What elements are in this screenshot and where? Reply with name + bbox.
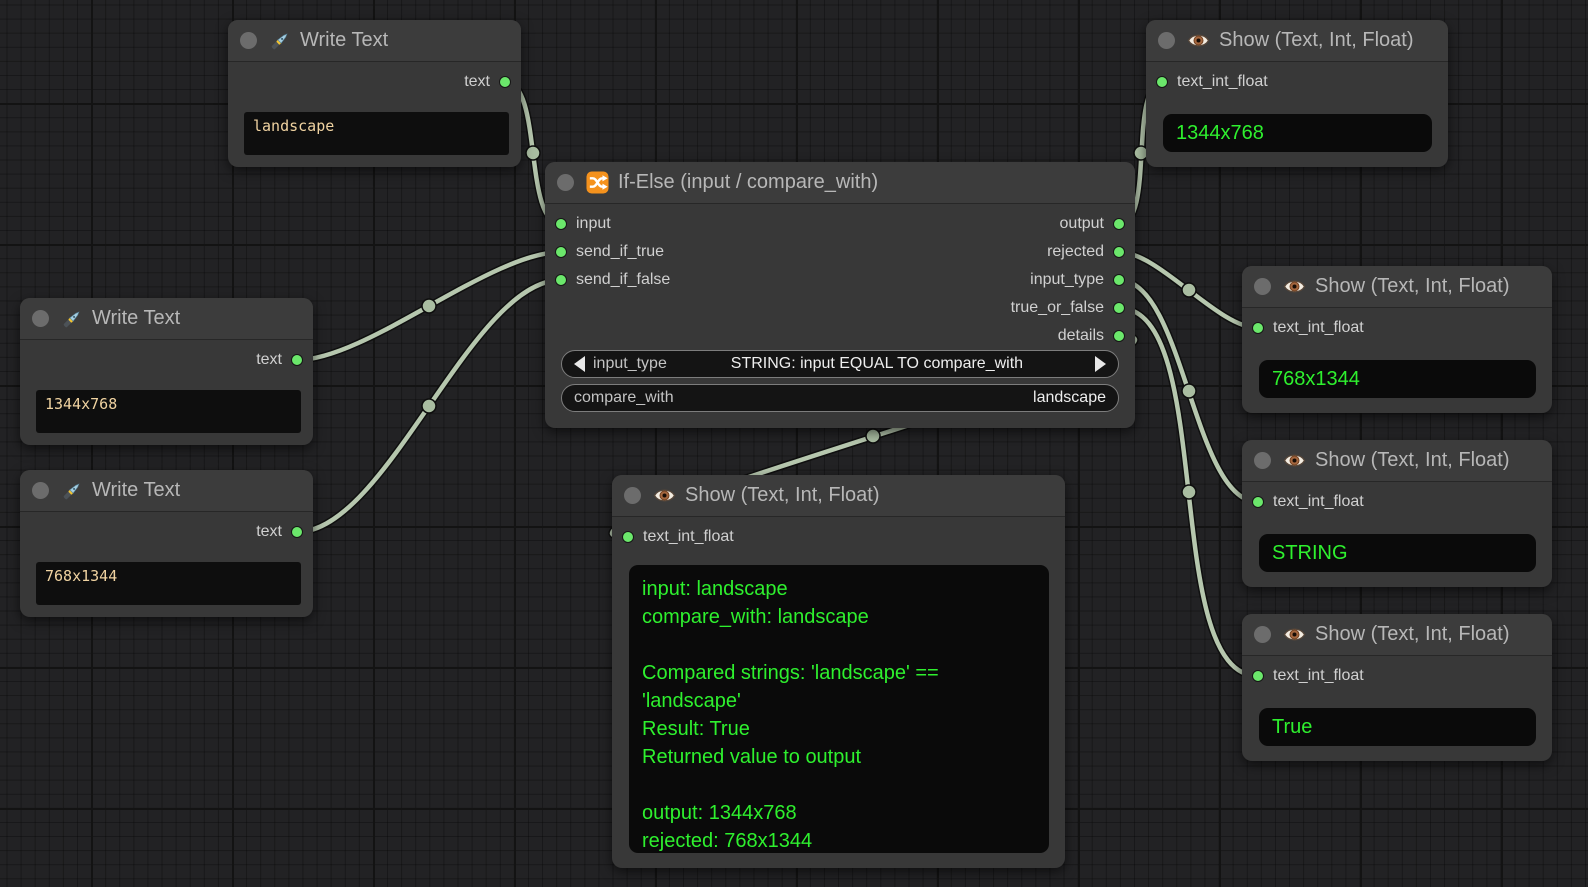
text-input-area[interactable]: 1344x768 bbox=[36, 390, 301, 433]
shuffle-icon bbox=[586, 171, 609, 194]
output-port[interactable] bbox=[1113, 330, 1125, 342]
output-port[interactable] bbox=[1113, 218, 1125, 230]
collapse-dot[interactable] bbox=[32, 310, 49, 327]
node-title-bar: Show (Text, Int, Float) bbox=[612, 475, 1065, 517]
collapse-dot[interactable] bbox=[1158, 32, 1175, 49]
collapse-dot[interactable] bbox=[240, 32, 257, 49]
input-slot-text-int-float: text_int_float bbox=[1252, 662, 1364, 690]
text-input-area[interactable]: 768x1344 bbox=[36, 562, 301, 605]
collapse-dot[interactable] bbox=[1254, 278, 1271, 295]
link-midpoint-dot[interactable] bbox=[422, 299, 436, 313]
output-slot-true-or-false: true_or_false bbox=[1011, 294, 1125, 322]
input-port[interactable] bbox=[555, 218, 567, 230]
text-input-area[interactable]: landscape bbox=[244, 112, 509, 155]
node-graph-canvas[interactable]: { "colors": { "accent_green": "#2ef02e",… bbox=[0, 0, 1588, 887]
link-midpoint-dot[interactable] bbox=[1182, 283, 1196, 297]
input-slot-text-int-float: text_int_float bbox=[1156, 68, 1268, 96]
node-show-rejected[interactable]: Show (Text, Int, Float) text_int_float 7… bbox=[1242, 266, 1552, 413]
link-midpoint-dot[interactable] bbox=[866, 429, 880, 443]
input-slot-text-int-float: text_int_float bbox=[622, 523, 734, 551]
node-show-input-type[interactable]: Show (Text, Int, Float) text_int_float S… bbox=[1242, 440, 1552, 587]
node-title: Show (Text, Int, Float) bbox=[1315, 623, 1510, 646]
collapse-dot[interactable] bbox=[1254, 626, 1271, 643]
output-slot-text: text bbox=[464, 68, 511, 96]
input-slot-send-if-true: send_if_true bbox=[555, 238, 664, 266]
node-title: Show (Text, Int, Float) bbox=[1315, 275, 1510, 298]
node-show-details[interactable]: Show (Text, Int, Float) text_int_float i… bbox=[612, 475, 1065, 868]
pen-nib-icon bbox=[61, 308, 83, 330]
eye-icon bbox=[1283, 449, 1306, 472]
output-slot-rejected: rejected bbox=[1047, 238, 1125, 266]
input-slot-text-int-float: text_int_float bbox=[1252, 488, 1364, 516]
node-title-bar: Show (Text, Int, Float) bbox=[1242, 266, 1552, 308]
node-write-text-bottom[interactable]: Write Text text 768x1344 bbox=[20, 470, 313, 617]
eye-icon bbox=[653, 484, 676, 507]
node-show-output[interactable]: Show (Text, Int, Float) text_int_float 1… bbox=[1146, 20, 1448, 167]
node-title-bar: Write Text bbox=[20, 298, 313, 340]
node-title-bar: If-Else (input / compare_with) bbox=[545, 162, 1135, 204]
collapse-dot[interactable] bbox=[557, 174, 574, 191]
input-slot-text-int-float: text_int_float bbox=[1252, 314, 1364, 342]
node-title-bar: Show (Text, Int, Float) bbox=[1242, 440, 1552, 482]
input-port[interactable] bbox=[1252, 496, 1264, 508]
output-slot-text: text bbox=[256, 518, 303, 546]
output-slot-output: output bbox=[1060, 210, 1125, 238]
pen-nib-icon bbox=[269, 30, 291, 52]
output-port[interactable] bbox=[1113, 274, 1125, 286]
link-midpoint-dot[interactable] bbox=[526, 146, 540, 160]
collapse-dot[interactable] bbox=[624, 487, 641, 504]
input-port[interactable] bbox=[555, 246, 567, 258]
input-port[interactable] bbox=[555, 274, 567, 286]
eye-icon bbox=[1187, 29, 1210, 52]
show-value-display: 768x1344 bbox=[1259, 360, 1536, 398]
pen-nib-icon bbox=[61, 480, 83, 502]
node-title: Show (Text, Int, Float) bbox=[685, 484, 880, 507]
node-write-text-top[interactable]: Write Text text landscape bbox=[228, 20, 521, 167]
input-slot-send-if-false: send_if_false bbox=[555, 266, 670, 294]
output-port[interactable] bbox=[1113, 246, 1125, 258]
show-value-display: True bbox=[1259, 708, 1536, 746]
output-port[interactable] bbox=[291, 354, 303, 366]
node-title-bar: Show (Text, Int, Float) bbox=[1242, 614, 1552, 656]
node-title: Show (Text, Int, Float) bbox=[1315, 449, 1510, 472]
link-midpoint-dot[interactable] bbox=[1182, 384, 1196, 398]
input-slot-input: input bbox=[555, 210, 611, 238]
node-title: If-Else (input / compare_with) bbox=[618, 171, 878, 194]
node-title: Write Text bbox=[92, 307, 180, 330]
node-if-else[interactable]: If-Else (input / compare_with) input sen… bbox=[545, 162, 1135, 428]
collapse-dot[interactable] bbox=[1254, 452, 1271, 469]
node-title: Write Text bbox=[92, 479, 180, 502]
eye-icon bbox=[1283, 623, 1306, 646]
input-port[interactable] bbox=[1252, 670, 1264, 682]
output-port[interactable] bbox=[499, 76, 511, 88]
link-midpoint-dot[interactable] bbox=[1182, 485, 1196, 499]
input-type-combo-widget[interactable]: input_type STRING: input EQUAL TO compar… bbox=[561, 350, 1119, 378]
input-port[interactable] bbox=[1156, 76, 1168, 88]
node-title-bar: Write Text bbox=[228, 20, 521, 62]
show-value-display: 1344x768 bbox=[1163, 114, 1432, 152]
output-slot-details: details bbox=[1058, 322, 1125, 350]
show-value-display: STRING bbox=[1259, 534, 1536, 572]
node-title-bar: Write Text bbox=[20, 470, 313, 512]
compare-with-text-widget[interactable]: compare_with landscape bbox=[561, 384, 1119, 412]
link-midpoint-dot[interactable] bbox=[422, 399, 436, 413]
node-title-bar: Show (Text, Int, Float) bbox=[1146, 20, 1448, 62]
show-value-display: input: landscape compare_with: landscape… bbox=[629, 565, 1049, 853]
node-write-text-mid[interactable]: Write Text text 1344x768 bbox=[20, 298, 313, 445]
combo-prev-arrow-icon[interactable] bbox=[574, 356, 585, 372]
output-slot-text: text bbox=[256, 346, 303, 374]
output-port[interactable] bbox=[291, 526, 303, 538]
eye-icon bbox=[1283, 275, 1306, 298]
output-slot-input-type: input_type bbox=[1030, 266, 1125, 294]
input-port[interactable] bbox=[622, 531, 634, 543]
output-port[interactable] bbox=[1113, 302, 1125, 314]
node-title: Write Text bbox=[300, 29, 388, 52]
combo-next-arrow-icon[interactable] bbox=[1095, 356, 1106, 372]
collapse-dot[interactable] bbox=[32, 482, 49, 499]
node-show-true-or-false[interactable]: Show (Text, Int, Float) text_int_float T… bbox=[1242, 614, 1552, 761]
node-title: Show (Text, Int, Float) bbox=[1219, 29, 1414, 52]
input-port[interactable] bbox=[1252, 322, 1264, 334]
